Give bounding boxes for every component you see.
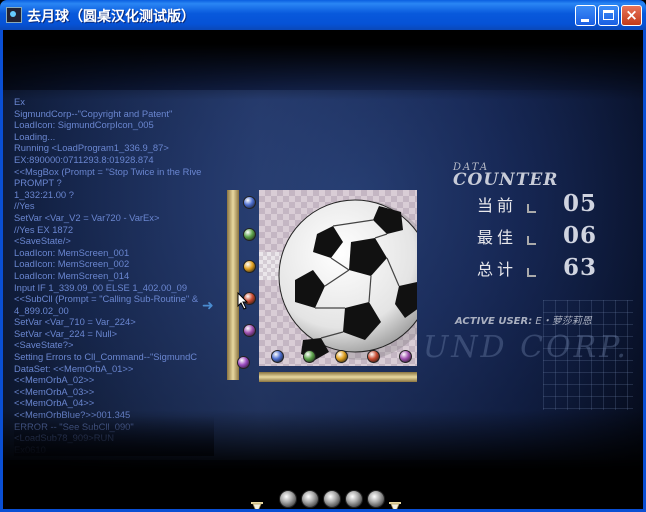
window-title: 去月球（圆桌汉化测试版）	[27, 9, 195, 25]
code-line: Loading...	[14, 130, 56, 142]
counter-value: 05	[563, 190, 598, 217]
code-line: LoadIcon: MemScreen_002	[14, 258, 130, 270]
counter-bracket-icon	[527, 268, 536, 277]
code-line: <SaveState?>	[14, 339, 74, 351]
life-orb	[323, 490, 341, 508]
counter-row-current: 当前 05	[477, 190, 627, 218]
code-line: <<MemOrbA_03>>	[14, 385, 95, 397]
counter-value: 06	[563, 222, 598, 249]
counter-bracket-icon	[527, 204, 536, 213]
code-log: Ex SigmundCorp--"Copyright and Patent" Lo…	[14, 96, 214, 456]
hourglass-icon	[251, 502, 263, 509]
active-user: ACTIVE USER: E・萝莎莉恩	[455, 312, 592, 327]
active-user-value: E・萝莎莉恩	[535, 316, 592, 327]
code-line: Setting Errors to Cll_Command--"SigmundC	[14, 351, 198, 363]
counter-bracket-icon	[527, 236, 536, 245]
counter-label: 最佳	[477, 228, 518, 247]
memory-orb[interactable]	[271, 350, 284, 363]
code-line: LoadIcon: MemScreen_001	[14, 246, 130, 258]
code-line: PROMPT ?	[14, 177, 62, 189]
code-line: DataSet: <<MemOrbA_01>>	[14, 362, 134, 374]
memory-orb[interactable]	[243, 228, 256, 241]
memory-orb[interactable]	[303, 350, 316, 363]
minimize-button[interactable]	[575, 5, 596, 26]
corp-watermark: UND CORP.	[423, 330, 629, 365]
active-user-label: ACTIVE USER:	[455, 316, 533, 327]
code-lines: Ex SigmundCorp--"Copyright and Patent" Lo…	[14, 96, 214, 456]
close-button[interactable]: ×	[621, 5, 642, 26]
life-orb	[301, 490, 319, 508]
arrow-right-icon: ➜	[202, 298, 214, 314]
app-icon[interactable]	[6, 7, 22, 23]
memory-orb[interactable]	[335, 350, 348, 363]
code-line: 1_332:21.00 ?	[14, 188, 74, 200]
memory-orb[interactable]	[399, 350, 412, 363]
code-line: LoadIcon: SigmundCorpIcon_005	[14, 119, 154, 131]
code-line: <<MsgBox (Prompt = "Stop Twice in the Ri…	[14, 165, 202, 177]
memory-orb[interactable]	[367, 350, 380, 363]
code-line: <<SubCll (Prompt = "Calling Sub-Routine"…	[14, 293, 199, 305]
hourglass-icon	[389, 502, 401, 509]
puzzle-board[interactable]	[227, 190, 420, 382]
code-line: //Yes	[14, 200, 35, 212]
maximize-icon	[603, 10, 614, 20]
code-line: <SaveState/>	[14, 235, 71, 247]
code-line: Running <LoadProgram1_336.9_87>	[14, 142, 169, 154]
counter-row-total: 总计 63	[477, 254, 627, 282]
code-line: EX:890000:0711293.8:01928.874	[14, 153, 154, 165]
counter-label: 总计	[477, 260, 518, 279]
code-line: SetVar <Var_224 = Null>	[14, 327, 118, 339]
memory-orb[interactable]	[237, 356, 250, 369]
counter-value: 63	[563, 254, 598, 281]
lives-bar	[251, 488, 411, 509]
code-line: Input IF 1_339.09_00 ELSE 1_402.00_09	[14, 281, 188, 293]
code-line: <<MemOrbA_02>>	[14, 374, 95, 386]
life-orb	[367, 490, 385, 508]
memory-orb[interactable]	[243, 196, 256, 209]
close-icon: ×	[625, 6, 638, 24]
soccer-ball-image	[278, 199, 417, 360]
game-screen[interactable]: UND CORP. Ex SigmundCorp--"Copyright and…	[3, 30, 643, 509]
bottom-rail	[259, 372, 417, 382]
memory-orb[interactable]	[243, 260, 256, 273]
memory-orb[interactable]	[243, 324, 256, 337]
code-line: SetVar <Var_V2 = Var720 - VarEx>	[14, 211, 160, 223]
memory-picture[interactable]	[259, 190, 417, 366]
life-orb	[279, 490, 297, 508]
life-orb	[345, 490, 363, 508]
minimize-icon	[581, 19, 589, 22]
counter-label: 当前	[477, 196, 518, 215]
maximize-button[interactable]	[598, 5, 619, 26]
code-line: <<MemOrbA_04>>	[14, 397, 95, 409]
pointer-cursor-icon	[237, 292, 249, 310]
code-line: 4_899.02_00	[14, 304, 69, 316]
top-vignette	[3, 30, 643, 100]
title-bar[interactable]: 去月球（圆桌汉化测试版） ×	[0, 0, 646, 30]
code-line: LoadIcon: MemScreen_014	[14, 269, 130, 281]
counter-title: COUNTER	[453, 170, 559, 190]
code-line: SigmundCorp--"Copyright and Patent"	[14, 107, 173, 119]
counter-row-best: 最佳 06	[477, 222, 627, 250]
code-line: SetVar <Var_710 = Var_224>	[14, 316, 136, 328]
code-line: //Yes EX 1872	[14, 223, 74, 235]
left-rail	[227, 190, 239, 380]
